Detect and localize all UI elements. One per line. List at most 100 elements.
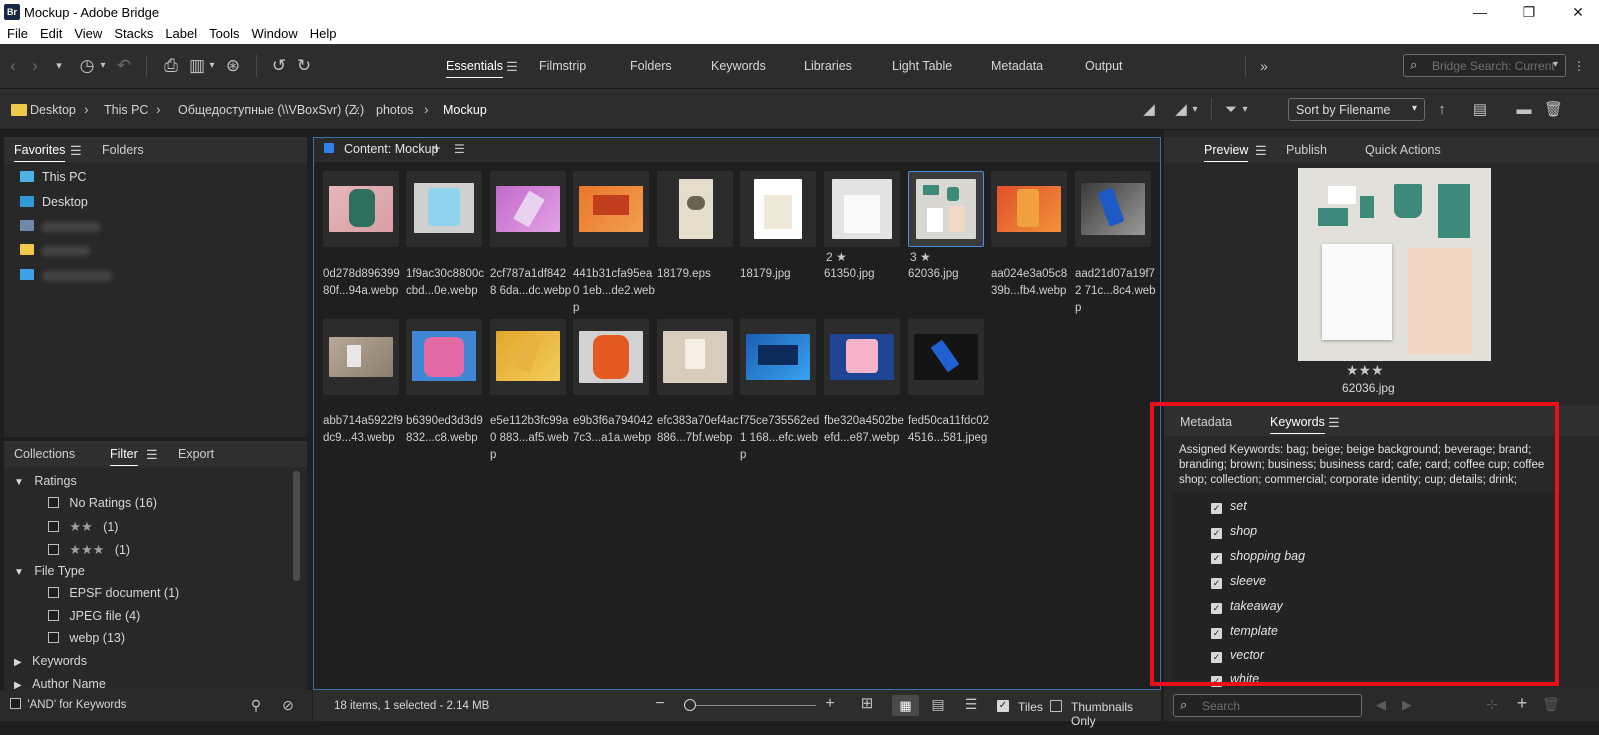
rotate-left-icon[interactable]: ↺ (268, 56, 290, 76)
favorite-hidden-3[interactable] (20, 268, 112, 288)
filter-epsf[interactable]: EPSF document (1) (48, 586, 179, 600)
quality-icon[interactable]: ◢ (1140, 100, 1158, 120)
thumbnail[interactable] (657, 319, 733, 395)
breadcrumb-network-drive[interactable]: Общедоступные (\\VBoxSvr) (Z:) (178, 103, 364, 117)
workspace-essentials[interactable]: Essentials (446, 59, 503, 78)
scrollbar-thumb[interactable] (293, 471, 300, 581)
chevron-right-icon[interactable]: › (84, 101, 89, 117)
menu-help[interactable]: Help (303, 24, 342, 42)
keyword-item[interactable]: ✓ sleeve (1211, 574, 1266, 589)
author-group[interactable]: ▶ Author Name (14, 677, 106, 690)
workspace-libraries[interactable]: Libraries (804, 59, 852, 73)
thumbnail[interactable] (323, 319, 399, 395)
minimize-button[interactable]: — (1465, 2, 1495, 22)
new-keyword-icon[interactable]: + (1514, 693, 1530, 713)
thumbnail[interactable] (824, 319, 900, 395)
checkbox-checked[interactable]: ✓ (1211, 628, 1222, 639)
thumbnail[interactable] (573, 319, 649, 395)
chevron-down-icon[interactable]: ▾ (52, 56, 66, 76)
filter-three-stars[interactable]: ★★★ (1) (48, 542, 130, 558)
favorite-hidden-1[interactable] (20, 219, 100, 239)
thumbnail[interactable] (740, 319, 816, 395)
thumbnail[interactable] (740, 171, 816, 247)
chevron-down-icon[interactable]: ▾ (1240, 100, 1250, 120)
tab-favorites[interactable]: Favorites (14, 143, 66, 162)
creative-cloud-icon[interactable]: ⊛ (222, 56, 244, 76)
thumbnail-view-icon[interactable]: ▦ (892, 695, 919, 716)
tab-filter[interactable]: Filter (110, 447, 138, 466)
workspace-output[interactable]: Output (1085, 59, 1123, 73)
checkbox[interactable] (48, 632, 59, 643)
checkbox-checked[interactable]: ✓ (1211, 652, 1222, 663)
new-folder-icon[interactable]: ▬ (1515, 100, 1533, 120)
rating-filter-icon[interactable]: ◢ (1172, 100, 1190, 120)
breadcrumb-this-pc[interactable]: This PC (104, 103, 148, 117)
keyword-item[interactable]: ✓ template (1211, 624, 1278, 639)
tab-export[interactable]: Export (178, 447, 214, 461)
favorite-desktop[interactable]: Desktop (20, 195, 88, 215)
zoom-slider-thumb[interactable] (684, 699, 696, 711)
filter-webp[interactable]: webp (13) (48, 631, 125, 645)
filter-no-ratings[interactable]: No Ratings (16) (48, 496, 157, 510)
camera-import-icon[interactable]: ⎙ (160, 56, 182, 76)
rotate-right-icon[interactable]: ↻ (293, 56, 315, 76)
chevron-right-icon[interactable]: › (156, 101, 161, 117)
thumbnails-only-checkbox[interactable] (1050, 700, 1062, 712)
sort-ascending-icon[interactable]: ↑ (1433, 100, 1451, 120)
keyword-search-input[interactable]: ⌕ Search (1173, 694, 1362, 717)
breadcrumb-photos[interactable]: photos (376, 103, 414, 117)
checkbox-checked[interactable]: ✓ (1211, 578, 1222, 589)
keyword-item[interactable]: ✓ takeaway (1211, 599, 1283, 614)
breadcrumb-desktop[interactable]: Desktop (30, 103, 76, 117)
thumbnail[interactable] (908, 319, 984, 395)
favorite-hidden-2[interactable] (20, 243, 90, 263)
checkbox-checked[interactable]: ✓ (1211, 528, 1222, 539)
next-icon[interactable]: ▶ (1400, 695, 1414, 715)
tab-metadata[interactable]: Metadata (1180, 415, 1232, 429)
zoom-slider-track[interactable] (691, 705, 816, 706)
keyword-item[interactable]: ✓ set (1211, 499, 1247, 514)
checkbox-checked[interactable]: ✓ (1211, 603, 1222, 614)
sort-select[interactable]: Sort by Filename ▾ (1288, 98, 1425, 121)
tab-quick-actions[interactable]: Quick Actions (1365, 143, 1441, 157)
rating-stars[interactable]: 3 ★ (910, 250, 931, 264)
keyword-item[interactable]: ✓ vector (1211, 648, 1264, 663)
tab-keywords[interactable]: Keywords (1270, 415, 1325, 434)
chevron-down-icon[interactable]: ▾ (207, 56, 217, 76)
checkbox[interactable] (48, 497, 59, 508)
chevron-right-icon[interactable]: › (424, 101, 429, 117)
thumbnail[interactable] (490, 319, 566, 395)
maximize-button[interactable]: ❐ (1514, 2, 1544, 22)
chevron-down-icon[interactable]: ▾ (1190, 100, 1200, 120)
filetype-group[interactable]: ▼ File Type (14, 564, 85, 578)
recent-history-icon[interactable]: ◷ (76, 56, 98, 76)
zoom-out-icon[interactable]: − (652, 694, 668, 714)
thumbnail[interactable] (824, 171, 900, 247)
workspace-folders[interactable]: Folders (630, 59, 672, 73)
forward-icon[interactable]: › (28, 56, 42, 76)
preview-rating[interactable]: ★★★ (1346, 362, 1384, 379)
workspace-light-table[interactable]: Light Table (892, 59, 952, 73)
breadcrumb-mockup[interactable]: Mockup (443, 103, 487, 117)
workspace-filmstrip[interactable]: Filmstrip (539, 59, 586, 73)
checkbox[interactable] (10, 698, 21, 709)
checkbox-checked[interactable]: ✓ (1211, 676, 1222, 687)
rating-stars[interactable]: 2 ★ (826, 250, 847, 264)
tiles-checkbox[interactable]: ✓ (997, 700, 1009, 712)
checkbox[interactable] (48, 610, 59, 621)
delete-icon[interactable]: 🗑 (1542, 694, 1560, 714)
panel-menu-icon[interactable]: ⋮ (1571, 56, 1587, 76)
more-workspaces-icon[interactable]: » (1256, 56, 1272, 76)
menu-view[interactable]: View (67, 24, 107, 42)
checkbox[interactable] (48, 521, 59, 532)
zoom-in-icon[interactable]: + (822, 694, 838, 714)
favorite-this-pc[interactable]: This PC (20, 170, 86, 190)
ratings-group[interactable]: ▼ Ratings (14, 474, 77, 488)
thumbnail[interactable] (573, 171, 649, 247)
refine-icon[interactable]: ▥ (186, 56, 208, 76)
menu-file[interactable]: File (0, 24, 33, 42)
panel-menu-icon[interactable]: ☰ (146, 447, 158, 463)
grid-lock-icon[interactable]: ⊞ (857, 694, 877, 714)
keyword-item[interactable]: ✓ shopping bag (1211, 549, 1305, 564)
panel-menu-icon[interactable]: ☰ (454, 142, 465, 156)
